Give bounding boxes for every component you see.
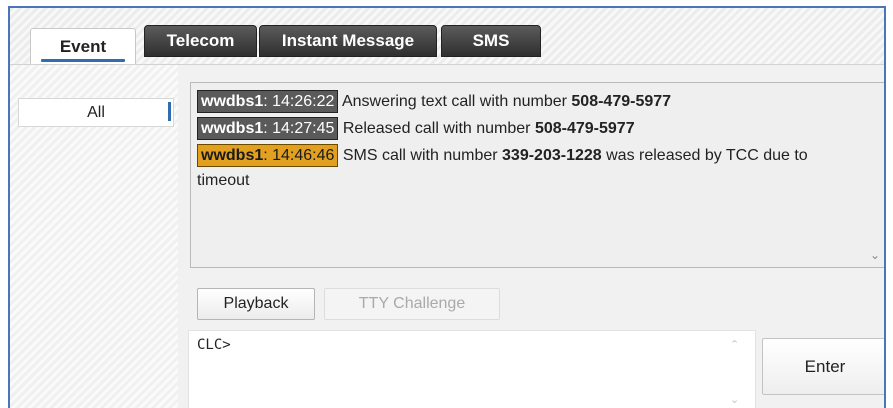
log-source-badge: wwdbs1: 14:46:46	[197, 144, 339, 167]
event-log[interactable]: wwdbs1: 14:26:22 Answering text call wit…	[190, 82, 884, 268]
log-source: wwdbs1	[201, 147, 264, 164]
active-tab-indicator	[41, 59, 125, 62]
log-number: 508-479-5977	[534, 120, 635, 137]
sidebar-item-all[interactable]: All	[18, 98, 174, 127]
sidebar-item-label: All	[87, 103, 105, 121]
tab-telecom-label: Telecom	[166, 31, 235, 50]
tab-sms[interactable]: SMS	[441, 25, 541, 57]
chevron-down-icon[interactable]: ⌄	[867, 247, 883, 263]
command-input[interactable]: CLC>	[188, 330, 756, 408]
log-entry: wwdbs1: 14:46:46 SMS call with number 33…	[197, 143, 857, 193]
log-number: 508-479-5977	[571, 93, 672, 110]
tab-event[interactable]: Event	[30, 28, 136, 64]
log-time: 14:26:22	[272, 93, 335, 110]
tab-event-label: Event	[59, 36, 107, 56]
log-entry: wwdbs1: 14:26:22 Answering text call wit…	[197, 89, 857, 114]
log-text: Released call with number	[342, 120, 535, 137]
selected-item-marker	[168, 102, 171, 121]
chevron-up-icon[interactable]: ⌃	[730, 338, 739, 351]
log-source-badge: wwdbs1: 14:27:45	[197, 117, 339, 140]
log-text: Answering text call with number	[341, 93, 572, 110]
main-window: Event Telecom Instant Message SMS All ww…	[8, 6, 886, 408]
tab-bar: Event Telecom Instant Message SMS	[10, 8, 884, 65]
log-text: SMS call with number	[342, 147, 503, 164]
log-source: wwdbs1	[201, 120, 264, 137]
log-number: 339-203-1228	[502, 147, 602, 164]
tab-telecom[interactable]: Telecom	[144, 25, 257, 57]
playback-button[interactable]: Playback	[197, 288, 315, 320]
command-scrollbar[interactable]: ⌃ ⌄	[726, 338, 746, 406]
tab-sms-label: SMS	[472, 31, 510, 50]
event-filter-sidebar: All	[10, 65, 178, 408]
log-time: 14:27:45	[272, 120, 335, 137]
tab-instant-message-label: Instant Message	[281, 31, 415, 50]
log-source: wwdbs1	[201, 93, 264, 110]
log-entry: wwdbs1: 14:27:45 Released call with numb…	[197, 116, 857, 141]
log-time: 14:46:46	[272, 147, 335, 164]
log-source-badge: wwdbs1: 14:26:22	[197, 90, 339, 113]
tab-instant-message[interactable]: Instant Message	[259, 25, 437, 57]
tty-challenge-button[interactable]: TTY Challenge	[324, 288, 500, 320]
enter-button[interactable]: Enter	[762, 338, 884, 395]
chevron-down-icon[interactable]: ⌄	[730, 393, 739, 406]
